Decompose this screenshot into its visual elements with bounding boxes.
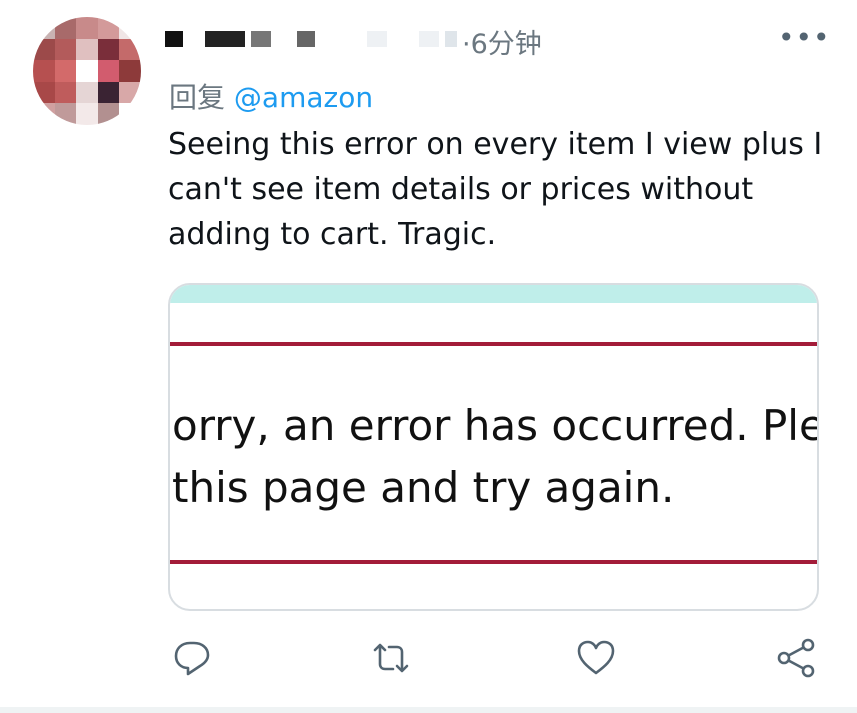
like-button[interactable] [574, 636, 618, 680]
retweet-icon [373, 643, 409, 673]
reply-icon [174, 641, 210, 676]
reply-context: 回复 @amazon [169, 76, 373, 116]
like-icon [577, 640, 615, 675]
share-button[interactable] [775, 636, 819, 680]
more-options-button[interactable]: ••• [778, 24, 831, 52]
avatar[interactable] [33, 17, 141, 125]
reply-button[interactable] [170, 636, 214, 680]
tweet-actions [0, 636, 857, 686]
attached-image[interactable]: orry, an error has occurred. Ple this pa… [168, 283, 819, 611]
image-header-strip [170, 285, 817, 303]
divider-bottom [170, 560, 817, 564]
error-message-line1: orry, an error has occurred. Ple [172, 401, 819, 450]
reply-handle-link[interactable]: @amazon [234, 81, 373, 114]
retweet-button[interactable] [369, 636, 413, 680]
divider-top [170, 342, 817, 346]
timestamp[interactable]: ·6分钟 [462, 22, 542, 61]
tweet-divider [0, 707, 857, 713]
error-message-line2: this page and try again. [172, 463, 675, 512]
display-name-censored[interactable] [165, 31, 457, 47]
share-icon [777, 638, 815, 678]
tweet-text: Seeing this error on every item I view p… [168, 127, 823, 252]
reply-prefix: 回复 [169, 81, 226, 114]
